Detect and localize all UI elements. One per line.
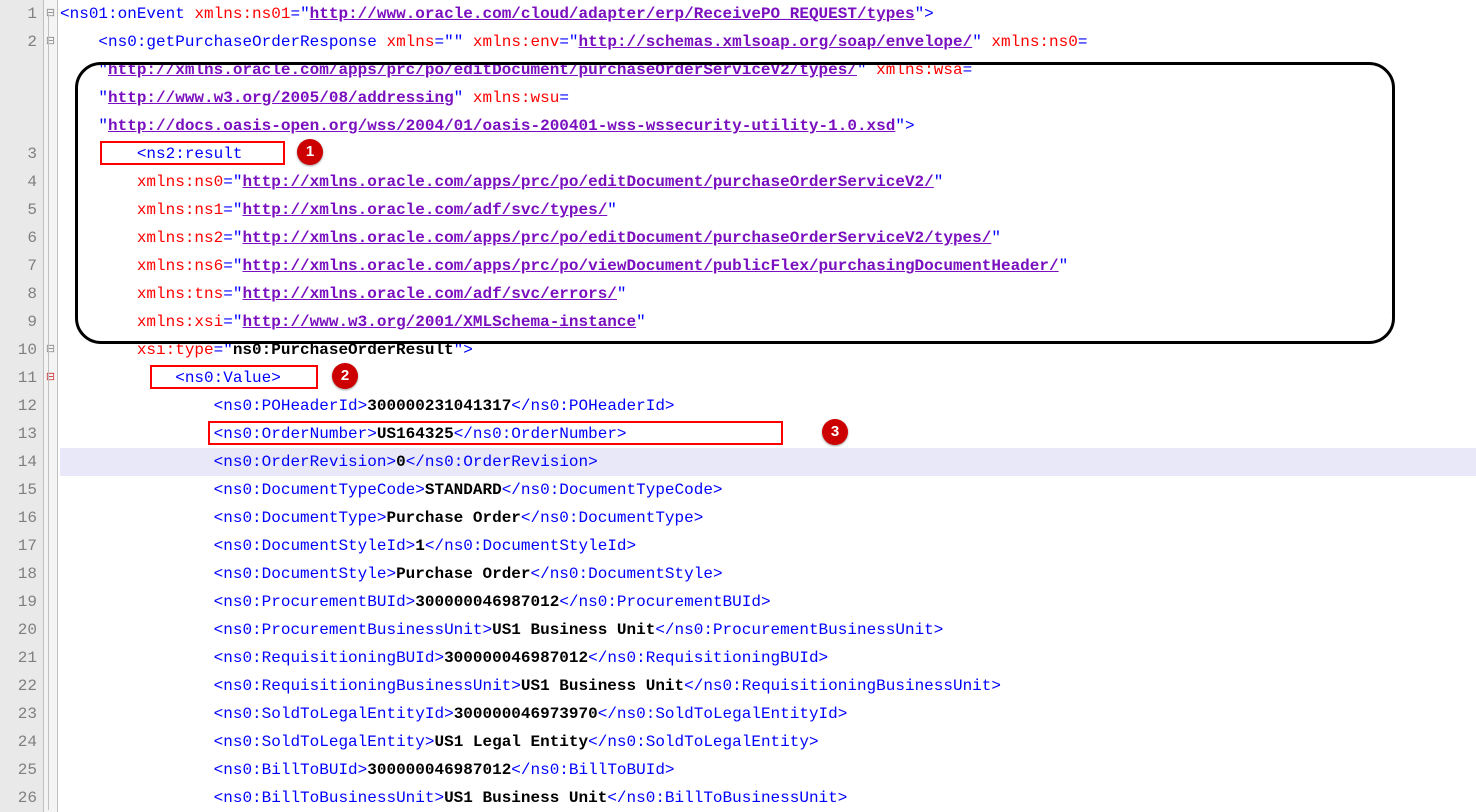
- line-number: 21: [0, 644, 37, 672]
- line-number: 26: [0, 784, 37, 812]
- code-line: <ns0:SoldToLegalEntity>US1 Legal Entity<…: [60, 728, 1476, 756]
- line-number: 13: [0, 420, 37, 448]
- code-line: <ns0:BillToBUId>300000046987012</ns0:Bil…: [60, 756, 1476, 784]
- line-number: 5: [0, 196, 37, 224]
- line-number: 24: [0, 728, 37, 756]
- code-line: <ns0:DocumentType>Purchase Order</ns0:Do…: [60, 504, 1476, 532]
- line-number: 18: [0, 560, 37, 588]
- code-line: <ns2:result: [60, 140, 1476, 168]
- code-line: xsi:type="ns0:PurchaseOrderResult">: [60, 336, 1476, 364]
- line-number: 17: [0, 532, 37, 560]
- code-line: <ns0:ProcurementBusinessUnit>US1 Busines…: [60, 616, 1476, 644]
- code-line: xmlns:ns6="http://xmlns.oracle.com/apps/…: [60, 252, 1476, 280]
- line-number-gutter: 1 2 3 4 5 6 7 8 9 10 11 12 13 14 15 16 1…: [0, 0, 44, 812]
- code-line: <ns0:getPurchaseOrderResponse xmlns="" x…: [60, 28, 1476, 56]
- code-line: <ns0:RequisitioningBUId>300000046987012<…: [60, 644, 1476, 672]
- line-number: 10: [0, 336, 37, 364]
- code-line-current: <ns0:OrderRevision>0</ns0:OrderRevision>: [60, 448, 1476, 476]
- xml-editor: 1 2 3 4 5 6 7 8 9 10 11 12 13 14 15 16 1…: [0, 0, 1476, 812]
- code-line: <ns0:RequisitioningBusinessUnit>US1 Busi…: [60, 672, 1476, 700]
- code-line: <ns0:DocumentStyle>Purchase Order</ns0:D…: [60, 560, 1476, 588]
- code-line: xmlns:xsi="http://www.w3.org/2001/XMLSch…: [60, 308, 1476, 336]
- code-line: <ns0:DocumentTypeCode>STANDARD</ns0:Docu…: [60, 476, 1476, 504]
- code-line: xmlns:tns="http://xmlns.oracle.com/adf/s…: [60, 280, 1476, 308]
- code-line: <ns0:OrderNumber>US164325</ns0:OrderNumb…: [60, 420, 1476, 448]
- line-number: 4: [0, 168, 37, 196]
- line-number: 14: [0, 448, 37, 476]
- line-number: 8: [0, 280, 37, 308]
- code-line: <ns0:SoldToLegalEntityId>300000046973970…: [60, 700, 1476, 728]
- code-line: <ns0:DocumentStyleId>1</ns0:DocumentStyl…: [60, 532, 1476, 560]
- line-number: 23: [0, 700, 37, 728]
- code-line: <ns0:POHeaderId>300000231041317</ns0:POH…: [60, 392, 1476, 420]
- line-number: 12: [0, 392, 37, 420]
- line-number: 19: [0, 588, 37, 616]
- code-line: xmlns:ns0="http://xmlns.oracle.com/apps/…: [60, 168, 1476, 196]
- fold-gutter: ⊟ ⊟ ⊟ ⊟: [44, 0, 58, 812]
- line-number: 11: [0, 364, 37, 392]
- code-line: xmlns:ns1="http://xmlns.oracle.com/adf/s…: [60, 196, 1476, 224]
- code-line: <ns0:BillToBusinessUnit>US1 Business Uni…: [60, 784, 1476, 812]
- line-number: 20: [0, 616, 37, 644]
- line-number: [0, 84, 37, 112]
- line-number: 6: [0, 224, 37, 252]
- line-number: 3: [0, 140, 37, 168]
- line-number: 1: [0, 0, 37, 28]
- code-line: <ns0:Value>: [60, 364, 1476, 392]
- code-line: <ns01:onEvent xmlns:ns01="http://www.ora…: [60, 0, 1476, 28]
- code-line: xmlns:ns2="http://xmlns.oracle.com/apps/…: [60, 224, 1476, 252]
- line-number: 16: [0, 504, 37, 532]
- code-line: <ns0:ProcurementBUId>300000046987012</ns…: [60, 588, 1476, 616]
- code-line: "http://www.w3.org/2005/08/addressing" x…: [60, 84, 1476, 112]
- line-number: 9: [0, 308, 37, 336]
- line-number: 2: [0, 28, 37, 56]
- code-line: "http://docs.oasis-open.org/wss/2004/01/…: [60, 112, 1476, 140]
- code-line: "http://xmlns.oracle.com/apps/prc/po/edi…: [60, 56, 1476, 84]
- code-area[interactable]: <ns01:onEvent xmlns:ns01="http://www.ora…: [58, 0, 1476, 812]
- line-number: [0, 112, 37, 140]
- line-number: 15: [0, 476, 37, 504]
- line-number: [0, 56, 37, 84]
- line-number: 25: [0, 756, 37, 784]
- line-number: 7: [0, 252, 37, 280]
- line-number: 22: [0, 672, 37, 700]
